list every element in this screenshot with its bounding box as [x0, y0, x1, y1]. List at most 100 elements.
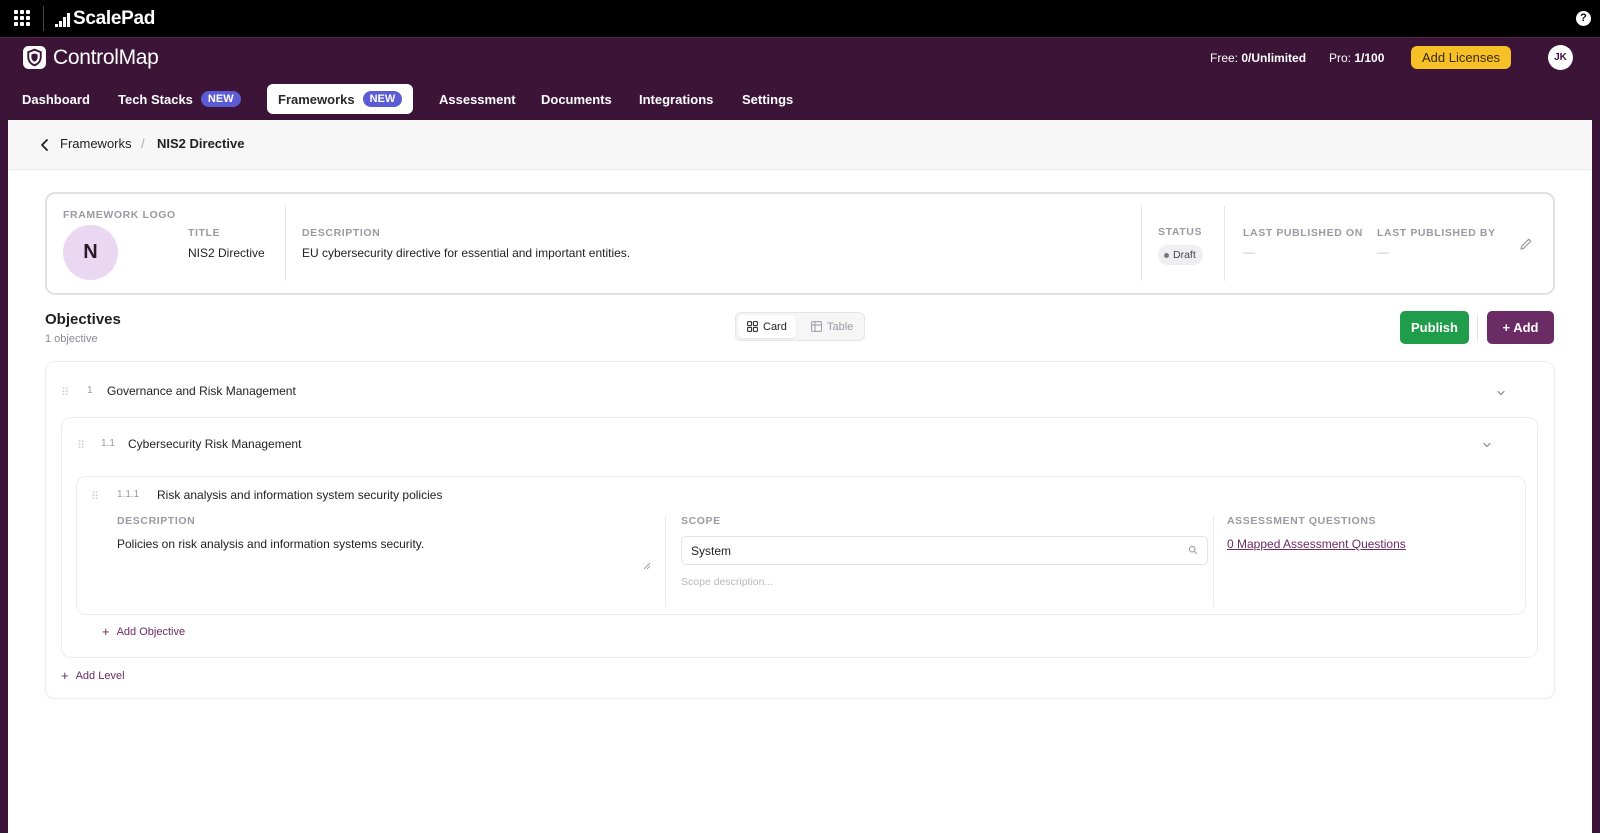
nav-assessment-label: Assessment	[439, 91, 516, 107]
status-badge: Draft	[1158, 245, 1203, 265]
breadcrumb-separator: /	[141, 136, 145, 151]
scalepad-logo-icon	[55, 13, 70, 27]
nav-tech-stacks[interactable]: Tech Stacks NEW	[107, 84, 252, 114]
divider	[1224, 206, 1225, 281]
nav-integrations[interactable]: Integrations	[628, 84, 724, 114]
nav-assessment[interactable]: Assessment	[428, 84, 527, 114]
free-license-label: Free:	[1210, 51, 1239, 65]
table-view-button[interactable]: Table	[802, 315, 862, 338]
nav-settings-label: Settings	[742, 91, 794, 107]
shield-icon	[23, 46, 46, 69]
nav-dashboard[interactable]: Dashboard	[11, 84, 101, 114]
status-label: STATUS	[1158, 226, 1203, 238]
view-toggle: Card Table	[735, 312, 865, 341]
mapped-questions-link[interactable]: 0 Mapped Assessment Questions	[1227, 537, 1406, 551]
chevron-down-icon[interactable]	[1496, 388, 1506, 398]
last-published-by-value: —	[1377, 245, 1389, 259]
nav-frameworks-label: Frameworks	[278, 91, 355, 107]
breadcrumb-current: NIS2 Directive	[157, 136, 245, 151]
search-icon[interactable]	[1188, 545, 1198, 555]
divider	[1477, 315, 1478, 341]
last-published-on-label: LAST PUBLISHED ON	[1243, 227, 1363, 239]
controlmap-logo[interactable]: ControlMap	[22, 45, 159, 70]
nav-frameworks[interactable]: Frameworks NEW	[267, 84, 414, 114]
add-licenses-button[interactable]: Add Licenses	[1411, 46, 1512, 69]
new-badge: NEW	[200, 91, 241, 107]
scope-description-placeholder[interactable]: Scope description...	[681, 576, 773, 588]
scalepad-logo[interactable]: ScalePad	[55, 8, 155, 30]
nav-dashboard-label: Dashboard	[22, 91, 90, 107]
pro-license-label: Pro:	[1329, 51, 1352, 65]
add-level-button[interactable]: + Add Level	[61, 668, 125, 683]
pro-license-value: 1/100	[1354, 51, 1385, 65]
main-content: Frameworks / NIS2 Directive FRAMEWORK LO…	[8, 120, 1592, 833]
table-icon	[811, 321, 822, 332]
chevron-down-icon[interactable]	[1482, 440, 1492, 450]
framework-logo[interactable]: N	[63, 225, 118, 280]
objective-title[interactable]: Risk analysis and information system sec…	[157, 488, 442, 502]
level-number: 1	[87, 385, 93, 396]
title-label: TITLE	[188, 227, 221, 239]
last-published-by-label: LAST PUBLISHED BY	[1377, 227, 1496, 239]
divider	[665, 515, 666, 607]
publish-button[interactable]: Publish	[1400, 311, 1469, 344]
add-button[interactable]: + Add	[1487, 311, 1554, 344]
free-license-count: Free: 0/Unlimited	[1210, 51, 1306, 65]
framework-title[interactable]: NIS2 Directive	[188, 246, 265, 260]
pro-license-count: Pro: 1/100	[1329, 51, 1384, 65]
objective-card: ⠿ 1.1.1 Risk analysis and information sy…	[76, 476, 1526, 615]
nav-integrations-label: Integrations	[639, 91, 714, 107]
add-level-label: Add Level	[75, 669, 125, 682]
resize-grip-icon[interactable]	[643, 562, 651, 570]
plus-icon: +	[102, 624, 110, 639]
status-dot	[1164, 252, 1169, 258]
level-title[interactable]: Governance and Risk Management	[107, 384, 296, 398]
add-objective-button[interactable]: + Add Objective	[102, 624, 185, 639]
main-nav: Dashboard Tech Stacks NEW Frameworks NEW…	[0, 78, 1600, 120]
help-icon[interactable]: ?	[1576, 11, 1591, 26]
scalepad-topbar: ScalePad ?	[0, 0, 1600, 37]
sublevel-title[interactable]: Cybersecurity Risk Management	[128, 437, 301, 451]
app-header: ControlMap Free: 0/Unlimited Pro: 1/100 …	[0, 37, 1600, 78]
new-badge: NEW	[362, 91, 403, 107]
last-published-on-value: —	[1243, 245, 1255, 259]
sublevel-card: ⠿ 1.1 Cybersecurity Risk Management ⠿ 1.…	[61, 417, 1538, 658]
card-view-button[interactable]: Card	[738, 315, 796, 338]
add-objective-label: Add Objective	[116, 625, 186, 638]
objective-description-field[interactable]: Policies on risk analysis and informatio…	[117, 537, 652, 573]
divider	[1141, 206, 1142, 281]
scope-label: SCOPE	[681, 515, 721, 527]
nav-documents[interactable]: Documents	[530, 84, 623, 114]
controlmap-brand-name: ControlMap	[53, 45, 159, 69]
breadcrumb: Frameworks / NIS2 Directive	[8, 120, 1592, 170]
divider	[285, 206, 286, 281]
apps-grid-icon[interactable]	[14, 10, 30, 26]
drag-handle-icon[interactable]: ⠿	[77, 439, 85, 452]
objective-description-label: DESCRIPTION	[117, 515, 196, 527]
framework-logo-label: FRAMEWORK LOGO	[63, 209, 176, 221]
chevron-left-icon[interactable]	[40, 138, 50, 152]
table-view-label: Table	[827, 320, 854, 333]
drag-handle-icon[interactable]: ⠿	[91, 490, 99, 503]
description-label: DESCRIPTION	[302, 227, 381, 239]
free-license-value: 0/Unlimited	[1241, 51, 1307, 65]
scalepad-brand-name: ScalePad	[73, 8, 156, 29]
assessment-questions-label: ASSESSMENT QUESTIONS	[1227, 515, 1377, 527]
topbar-divider	[43, 6, 44, 31]
grid-icon	[747, 321, 758, 332]
avatar[interactable]: JK	[1548, 45, 1573, 70]
divider	[1213, 515, 1214, 607]
pencil-icon[interactable]	[1519, 237, 1533, 251]
framework-description[interactable]: EU cybersecurity directive for essential…	[302, 246, 630, 260]
drag-handle-icon[interactable]: ⠿	[61, 386, 69, 399]
breadcrumb-frameworks-link[interactable]: Frameworks	[60, 136, 132, 151]
nav-documents-label: Documents	[541, 91, 612, 107]
nav-tech-stacks-label: Tech Stacks	[118, 91, 193, 107]
plus-icon: +	[61, 668, 69, 683]
status-text: Draft	[1173, 249, 1196, 261]
objectives-tree: ⠿ 1 Governance and Risk Management ⠿ 1.1…	[45, 361, 1555, 699]
objectives-count: 1 objective	[45, 333, 98, 345]
framework-info-card: FRAMEWORK LOGO N TITLE NIS2 Directive DE…	[45, 192, 1555, 295]
nav-settings[interactable]: Settings	[731, 84, 804, 114]
scope-input[interactable]	[681, 536, 1208, 565]
